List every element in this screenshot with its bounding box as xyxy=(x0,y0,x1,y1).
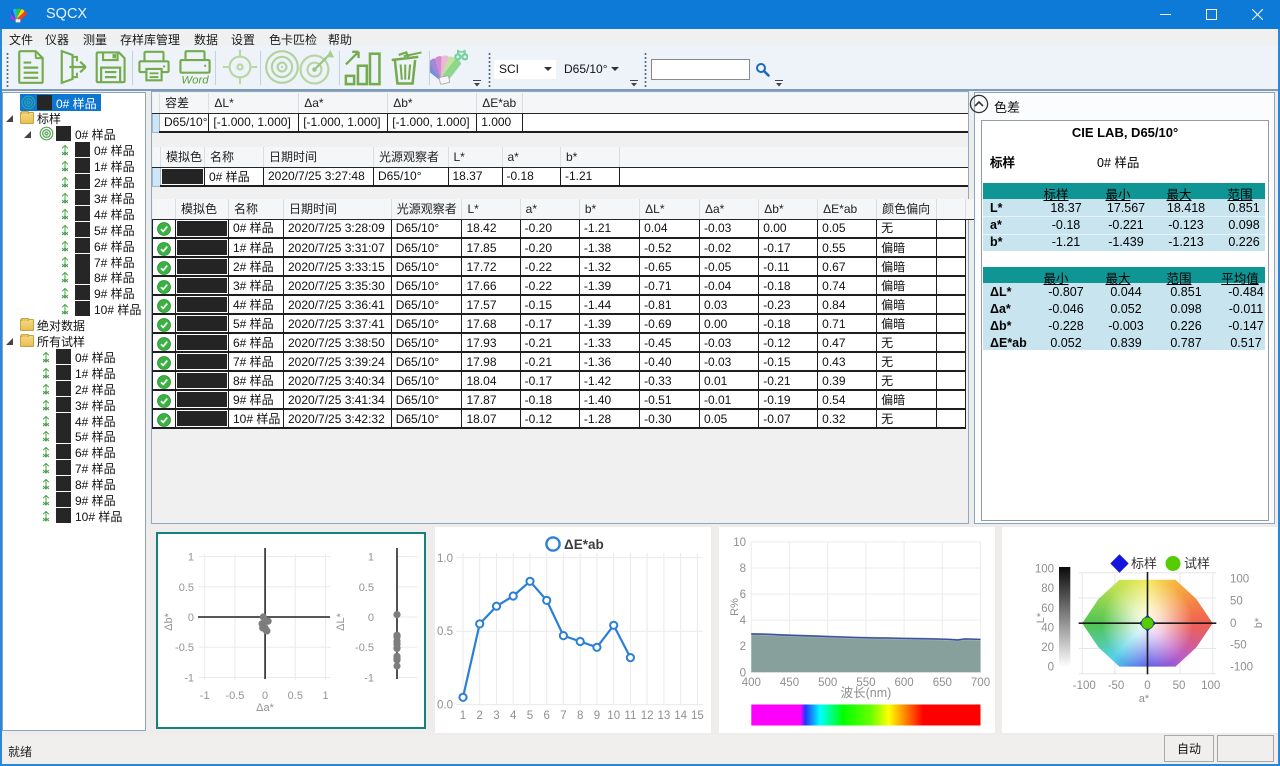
svg-text:0.0: 0.0 xyxy=(437,700,453,712)
svg-text:Word: Word xyxy=(181,74,209,86)
svg-text:1: 1 xyxy=(322,690,328,702)
svg-text:7: 7 xyxy=(560,710,566,722)
svg-text:Δb*: Δb* xyxy=(163,612,175,630)
svg-text:450: 450 xyxy=(780,677,799,689)
svg-text:4: 4 xyxy=(510,710,517,722)
svg-text:5: 5 xyxy=(527,710,533,722)
svg-text:700: 700 xyxy=(971,677,990,689)
svg-text:1: 1 xyxy=(460,710,466,722)
svg-text:2: 2 xyxy=(740,641,746,653)
svg-text:8: 8 xyxy=(577,710,583,722)
svg-text:1: 1 xyxy=(188,552,194,564)
svg-text:6: 6 xyxy=(543,710,549,722)
svg-text:500: 500 xyxy=(818,677,837,689)
svg-text:1.0: 1.0 xyxy=(437,553,453,565)
svg-text:波长(nm): 波长(nm) xyxy=(841,686,892,700)
svg-text:R%: R% xyxy=(729,598,741,616)
svg-text:-1: -1 xyxy=(200,690,210,702)
svg-text:9: 9 xyxy=(594,710,600,722)
svg-text:Δa*: Δa* xyxy=(256,702,274,714)
svg-text:3: 3 xyxy=(493,710,499,722)
svg-text:1: 1 xyxy=(368,552,374,564)
svg-text:2: 2 xyxy=(476,710,482,722)
svg-text:0: 0 xyxy=(188,612,194,624)
svg-text:-1: -1 xyxy=(364,673,374,685)
svg-text:4: 4 xyxy=(740,615,747,627)
svg-text:14: 14 xyxy=(674,710,687,722)
svg-text:-0.5: -0.5 xyxy=(175,642,194,654)
svg-text:0.5: 0.5 xyxy=(437,626,453,638)
svg-text:13: 13 xyxy=(658,710,671,722)
svg-text:ΔE*ab: ΔE*ab xyxy=(564,537,604,552)
svg-text:650: 650 xyxy=(933,677,952,689)
svg-text:0: 0 xyxy=(368,612,374,624)
svg-text:0.5: 0.5 xyxy=(179,582,194,594)
svg-text:10: 10 xyxy=(607,710,620,722)
svg-text:ΔL*: ΔL* xyxy=(335,612,347,630)
svg-text:15: 15 xyxy=(691,710,704,722)
svg-text:8: 8 xyxy=(740,563,746,575)
svg-text:11: 11 xyxy=(624,710,636,722)
svg-text:600: 600 xyxy=(895,677,914,689)
svg-text:400: 400 xyxy=(742,677,761,689)
svg-text:0: 0 xyxy=(262,690,268,702)
svg-text:0.5: 0.5 xyxy=(288,690,303,702)
svg-text:-0.5: -0.5 xyxy=(225,690,244,702)
svg-text:0.5: 0.5 xyxy=(359,582,374,594)
svg-text:10: 10 xyxy=(733,537,746,549)
svg-text:-1: -1 xyxy=(184,673,194,685)
svg-text:-0.5: -0.5 xyxy=(355,642,374,654)
svg-text:12: 12 xyxy=(641,710,654,722)
